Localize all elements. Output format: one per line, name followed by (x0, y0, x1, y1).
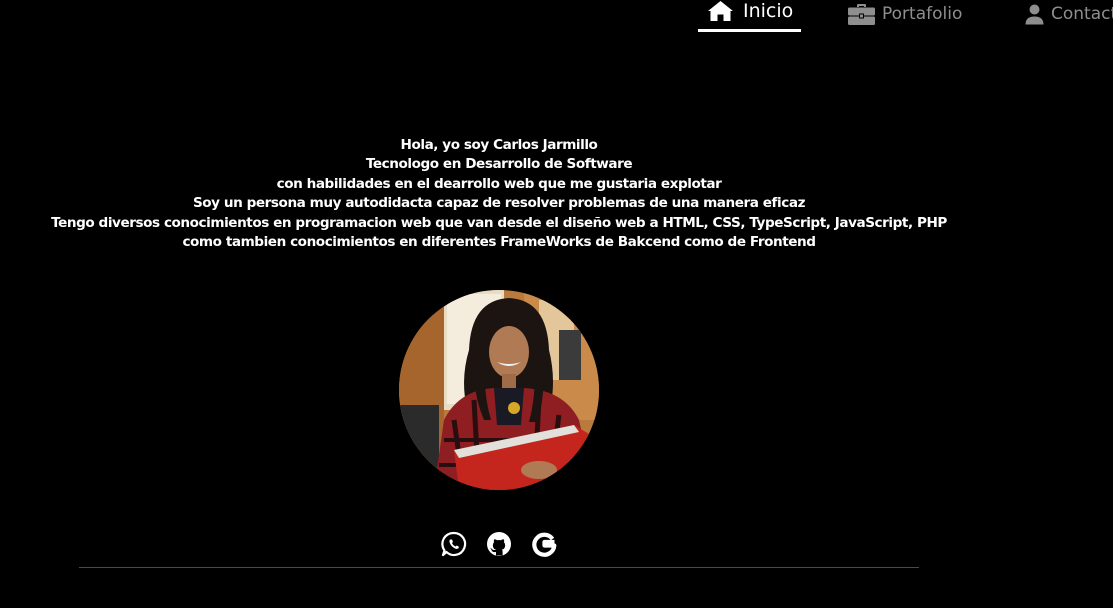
google-icon[interactable] (531, 531, 557, 557)
home-icon (707, 0, 734, 22)
profile-photo (399, 290, 599, 490)
nav-active-underline (698, 29, 801, 32)
about-line: Tecnologo en Desarrollo de Software (365, 156, 633, 173)
user-icon (1025, 4, 1044, 25)
about-line: Soy un persona muy autodidacta capaz de … (192, 195, 806, 212)
nav-item-inicio[interactable]: Inicio (707, 0, 793, 32)
nav-label-contact: Contact (1051, 4, 1113, 24)
github-icon[interactable] (486, 531, 512, 557)
about-line: Hola, yo soy Carlos Jarmillo (400, 137, 598, 153)
about-line: como tambien conocimientos en diferentes… (182, 234, 816, 251)
nav-label-portafolio: Portafolio (882, 4, 963, 24)
about-section: Hola, yo soy Carlos Jarmillo Tecnologo e… (0, 136, 998, 252)
footer-divider (79, 567, 919, 568)
whatsapp-icon[interactable] (441, 531, 467, 557)
nav-item-contact[interactable]: Contact (1025, 0, 1113, 32)
about-line: con habilidades en el dearrollo web que … (276, 175, 722, 192)
social-links (441, 531, 557, 557)
briefcase-icon (848, 3, 875, 25)
top-nav: Inicio Portafolio Contact (0, 0, 1113, 40)
nav-item-portafolio[interactable]: Portafolio (848, 0, 962, 32)
nav-label-inicio: Inicio (743, 0, 794, 22)
about-line: Tengo diversos conocimientos en programa… (51, 214, 947, 231)
